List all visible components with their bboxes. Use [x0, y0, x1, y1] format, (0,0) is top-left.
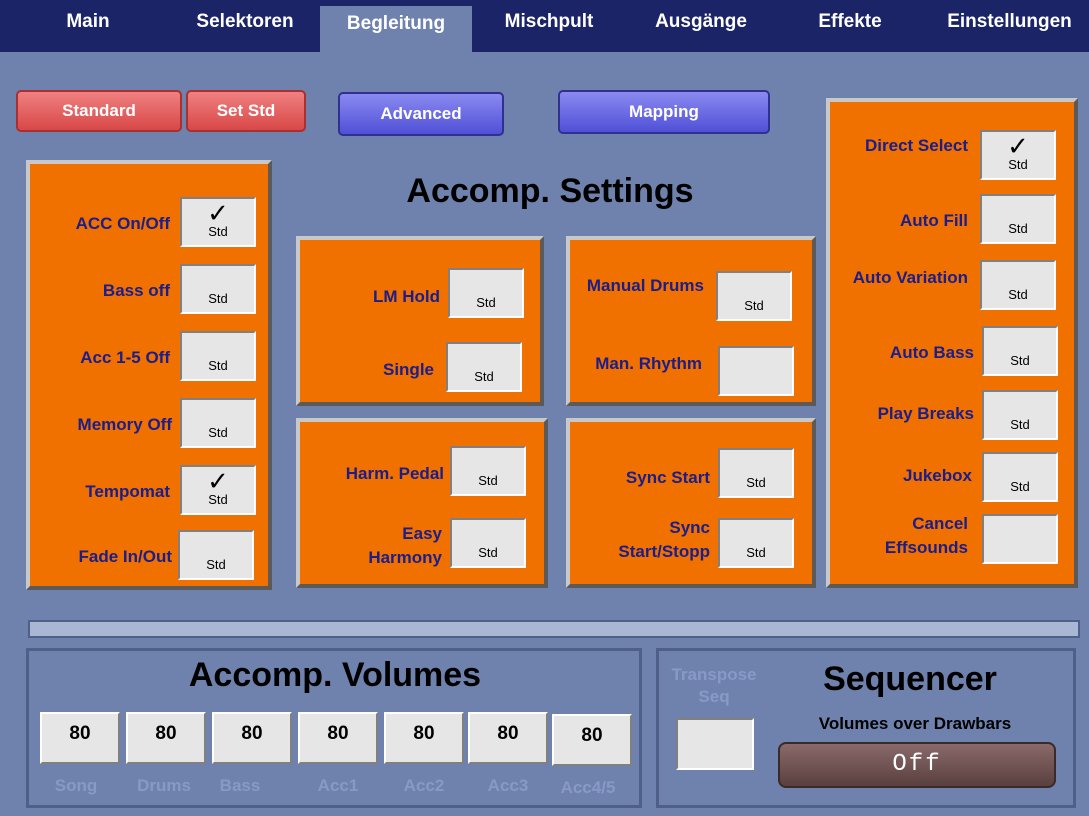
memory-off-toggle[interactable]: Std	[180, 398, 256, 448]
volume-acc2[interactable]: 80	[384, 712, 464, 764]
fade-in-out-label: Fade In/Out	[78, 547, 173, 566]
tab-mischpult[interactable]: Mischpult	[486, 4, 612, 44]
bass-off-toggle[interactable]: Std	[180, 264, 256, 314]
auto-fill-label: Auto Fill	[900, 211, 968, 230]
std-marker: Std	[1010, 417, 1030, 432]
play-breaks-label: Play Breaks	[877, 404, 974, 423]
volume-acc4-5[interactable]: 80	[552, 714, 632, 766]
harm-pedal-label: Harm. Pedal	[345, 464, 444, 483]
std-marker: Std	[478, 545, 498, 560]
tempomat-toggle[interactable]: ✓ Std	[180, 465, 256, 515]
harm-pedal-toggle[interactable]: Std	[450, 446, 526, 496]
volume-label-acc2: Acc2	[403, 776, 445, 795]
man-rhythm-toggle[interactable]	[718, 346, 794, 396]
std-marker: Std	[208, 224, 228, 239]
auto-variation-toggle[interactable]: Std	[980, 260, 1056, 310]
auto-variation-label: Auto Variation	[852, 268, 968, 287]
single-toggle[interactable]: Std	[446, 342, 522, 392]
fade-in-out-toggle[interactable]: Std	[178, 530, 254, 580]
acc-1-5-off-label: Acc 1-5 Off	[80, 348, 170, 367]
std-marker: Std	[474, 369, 494, 384]
std-marker: Std	[478, 473, 498, 488]
lm-hold-toggle[interactable]: Std	[448, 268, 524, 318]
volumes-over-drawbars-toggle[interactable]: Off	[778, 742, 1056, 788]
man-rhythm-label: Man. Rhythm	[595, 354, 702, 373]
tab-begleitung[interactable]: Begleitung	[320, 6, 472, 52]
check-icon: ✓	[207, 466, 229, 496]
bass-off-label: Bass off	[102, 281, 170, 300]
jukebox-toggle[interactable]: Std	[982, 452, 1058, 502]
volume-drums[interactable]: 80	[126, 712, 206, 764]
direct-select-toggle[interactable]: ✓ Std	[980, 130, 1056, 180]
std-marker: Std	[1008, 221, 1028, 236]
std-marker: Std	[746, 545, 766, 560]
acc-on-off-label: ACC On/Off	[75, 214, 170, 233]
tab-selektoren[interactable]: Selektoren	[175, 4, 315, 44]
manual-drums-label: Manual Drums	[586, 276, 704, 295]
tab-einstellungen[interactable]: Einstellungen	[930, 4, 1089, 44]
sync-start-stopp-label: Sync Start/Stopp	[618, 518, 710, 561]
check-icon: ✓	[207, 198, 229, 228]
tempomat-label: Tempomat	[85, 482, 170, 501]
acc-1-5-off-toggle[interactable]: Std	[180, 331, 256, 381]
cancel-effsounds-toggle[interactable]	[982, 514, 1058, 564]
standard-button[interactable]: Standard	[16, 90, 182, 132]
std-marker: Std	[744, 298, 764, 313]
transpose-seq-label: Transpose Seq	[671, 665, 757, 706]
jukebox-label: Jukebox	[903, 466, 972, 485]
memory-off-label: Memory Off	[77, 415, 172, 434]
volume-label-acc1: Acc1	[317, 776, 359, 795]
std-marker: Std	[208, 358, 228, 373]
sequencer-title: Sequencer	[823, 660, 997, 698]
accomp-volumes-title: Accomp. Volumes	[188, 656, 482, 694]
std-marker: Std	[208, 425, 228, 440]
easy-harmony-label: Easy Harmony	[368, 524, 442, 567]
volume-label-song: Song	[54, 776, 98, 795]
tab-main[interactable]: Main	[38, 4, 138, 44]
std-marker: Std	[1010, 353, 1030, 368]
volume-acc3[interactable]: 80	[468, 712, 548, 764]
check-icon: ✓	[1007, 131, 1029, 161]
volume-label-acc3: Acc3	[487, 776, 529, 795]
advanced-button[interactable]: Advanced	[338, 92, 504, 136]
cancel-effsounds-label: Cancel Effsounds	[884, 514, 968, 557]
volume-label-drums: Drums	[137, 776, 191, 795]
manual-drums-toggle[interactable]: Std	[716, 271, 792, 321]
lm-hold-label: LM Hold	[372, 287, 440, 306]
tab-bar: Main Selektoren Begleitung Mischpult Aus…	[0, 0, 1089, 52]
direct-select-label: Direct Select	[865, 136, 968, 155]
single-label: Single	[382, 360, 434, 379]
volumes-over-drawbars-label: Volumes over Drawbars	[818, 714, 1012, 733]
easy-harmony-toggle[interactable]: Std	[450, 518, 526, 568]
auto-bass-label: Auto Bass	[889, 343, 974, 362]
std-marker: Std	[208, 492, 228, 507]
volume-bass[interactable]: 80	[212, 712, 292, 764]
play-breaks-toggle[interactable]: Std	[982, 390, 1058, 440]
tab-ausgaenge[interactable]: Ausgänge	[636, 4, 766, 44]
std-marker: Std	[476, 295, 496, 310]
volume-label-acc4-5: Acc4/5	[560, 778, 616, 797]
divider-bar	[28, 620, 1080, 638]
acc-on-off-toggle[interactable]: ✓ Std	[180, 197, 256, 247]
std-marker: Std	[1008, 157, 1028, 172]
tab-effekte[interactable]: Effekte	[800, 4, 900, 44]
std-marker: Std	[208, 291, 228, 306]
std-marker: Std	[1008, 287, 1028, 302]
auto-bass-toggle[interactable]: Std	[982, 326, 1058, 376]
std-marker: Std	[746, 475, 766, 490]
sync-start-label: Sync Start	[625, 468, 710, 487]
transpose-seq-field[interactable]	[676, 718, 754, 770]
mapping-button[interactable]: Mapping	[558, 90, 770, 134]
volume-song[interactable]: 80	[40, 712, 120, 764]
sync-start-stopp-toggle[interactable]: Std	[718, 518, 794, 568]
auto-fill-toggle[interactable]: Std	[980, 194, 1056, 244]
page-title: Accomp. Settings	[406, 172, 694, 210]
std-marker: Std	[206, 557, 226, 572]
set-std-button[interactable]: Set Std	[186, 90, 306, 132]
sync-start-toggle[interactable]: Std	[718, 448, 794, 498]
volume-acc1[interactable]: 80	[298, 712, 378, 764]
volume-label-bass: Bass	[219, 776, 261, 795]
std-marker: Std	[1010, 479, 1030, 494]
